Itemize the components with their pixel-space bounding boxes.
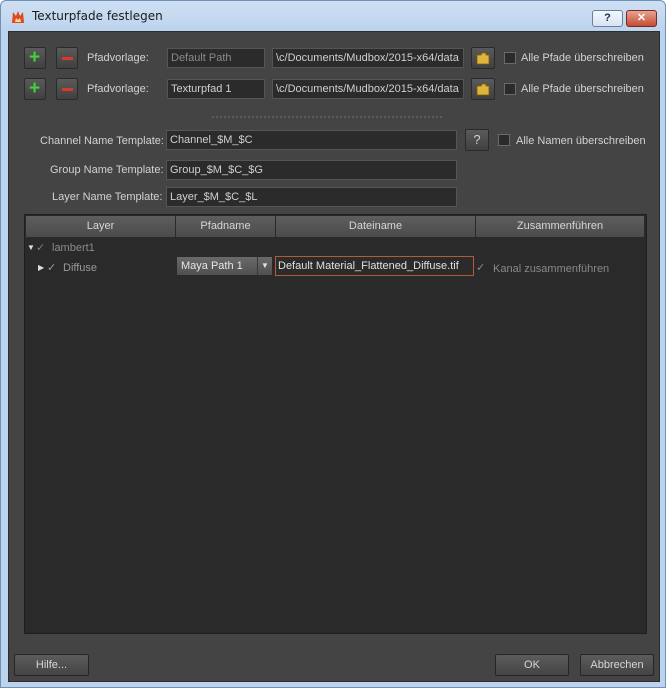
dialog-body: + Pfadvorlage: Default Path \c/Documents…	[8, 31, 660, 682]
column-header-file-name[interactable]: Dateiname	[276, 216, 476, 237]
plus-icon: +	[29, 78, 41, 99]
minus-icon	[62, 57, 73, 60]
browse-folder-button[interactable]	[471, 78, 495, 100]
remove-path-button[interactable]	[56, 78, 78, 100]
path-name-field[interactable]: Default Path	[167, 48, 265, 68]
table-row[interactable]: ▶ ✓ Diffuse Maya Path 1 ▼ Default Materi…	[25, 256, 644, 281]
question-icon: ?	[604, 12, 611, 24]
cancel-button[interactable]: Abbrechen	[580, 654, 654, 676]
add-path-button[interactable]: +	[24, 47, 46, 69]
chevron-down-icon: ▼	[257, 257, 272, 275]
channel-template-label: Channel Name Template:	[40, 135, 164, 147]
folder-icon	[476, 52, 490, 65]
overwrite-names-label: Alle Namen überschreiben	[516, 135, 646, 147]
window-title: Texturpfade festlegen	[32, 9, 163, 23]
dialog-window: Texturpfade festlegen ? ✕ + Pfadvorlage:…	[0, 0, 666, 688]
texture-path-table: Layer Pfadname Dateiname Zusammenführen …	[24, 214, 647, 634]
minus-icon	[62, 88, 73, 91]
column-header-merge[interactable]: Zusammenführen	[476, 216, 644, 237]
merge-check-icon[interactable]: ✓	[476, 261, 485, 274]
group-template-label: Group Name Template:	[50, 164, 164, 176]
plus-icon: +	[29, 47, 41, 68]
help-title-button[interactable]: ?	[592, 10, 623, 27]
path-field[interactable]: \c/Documents/Mudbox/2015-x64/data	[272, 48, 464, 68]
folder-icon	[476, 83, 490, 96]
close-icon: ✕	[636, 12, 647, 24]
layer-template-label: Layer Name Template:	[52, 191, 163, 203]
title-bar[interactable]: Texturpfade festlegen ? ✕	[1, 1, 665, 31]
channel-template-field[interactable]: Channel_$M_$C	[166, 130, 457, 150]
add-path-button[interactable]: +	[24, 78, 46, 100]
path-field[interactable]: \c/Documents/Mudbox/2015-x64/data	[272, 79, 464, 99]
table-row[interactable]: ▼ ✓ lambert1	[25, 239, 644, 257]
merge-channel-label: Kanal zusammenführen	[493, 263, 610, 275]
overwrite-paths-checkbox[interactable]	[504, 52, 516, 64]
mudbox-app-icon	[12, 11, 24, 23]
remove-path-button[interactable]	[56, 47, 78, 69]
path-row: + Pfadvorlage: Texturpfad 1 \c/Documents…	[9, 76, 659, 104]
path-template-label: Pfadvorlage:	[87, 83, 149, 95]
group-template-field[interactable]: Group_$M_$C_$G	[166, 160, 457, 180]
layer-name: lambert1	[52, 242, 95, 254]
check-icon[interactable]: ✓	[47, 261, 56, 274]
expand-arrow-icon[interactable]: ▼	[27, 243, 35, 252]
layer-template-field[interactable]: Layer_$M_$C_$L	[166, 187, 457, 207]
path-name-field[interactable]: Texturpfad 1	[167, 79, 265, 99]
overwrite-paths-label: Alle Pfade überschreiben	[521, 83, 644, 95]
overwrite-paths-checkbox[interactable]	[504, 83, 516, 95]
collapse-arrow-icon[interactable]: ▶	[38, 263, 44, 272]
overwrite-paths-label: Alle Pfade überschreiben	[521, 52, 644, 64]
channel-name: Diffuse	[63, 262, 98, 274]
help-button[interactable]: Hilfe...	[14, 654, 89, 676]
template-help-button[interactable]: ?	[465, 129, 489, 151]
column-header-path-name[interactable]: Pfadname	[176, 216, 276, 237]
overwrite-names-checkbox[interactable]	[498, 134, 510, 146]
question-icon: ?	[473, 132, 481, 147]
close-button[interactable]: ✕	[626, 10, 657, 27]
path-name-select[interactable]: Maya Path 1 ▼	[176, 256, 273, 276]
browse-folder-button[interactable]	[471, 47, 495, 69]
path-template-label: Pfadvorlage:	[87, 52, 149, 64]
column-header-layer[interactable]: Layer	[26, 216, 176, 237]
path-name-value: Maya Path 1	[181, 260, 243, 272]
ok-button[interactable]: OK	[495, 654, 569, 676]
check-icon[interactable]: ✓	[36, 241, 45, 254]
path-row: + Pfadvorlage: Default Path \c/Documents…	[9, 45, 659, 73]
section-divider	[212, 116, 442, 118]
file-name-field[interactable]: Default Material_Flattened_Diffuse.tif	[275, 256, 474, 276]
